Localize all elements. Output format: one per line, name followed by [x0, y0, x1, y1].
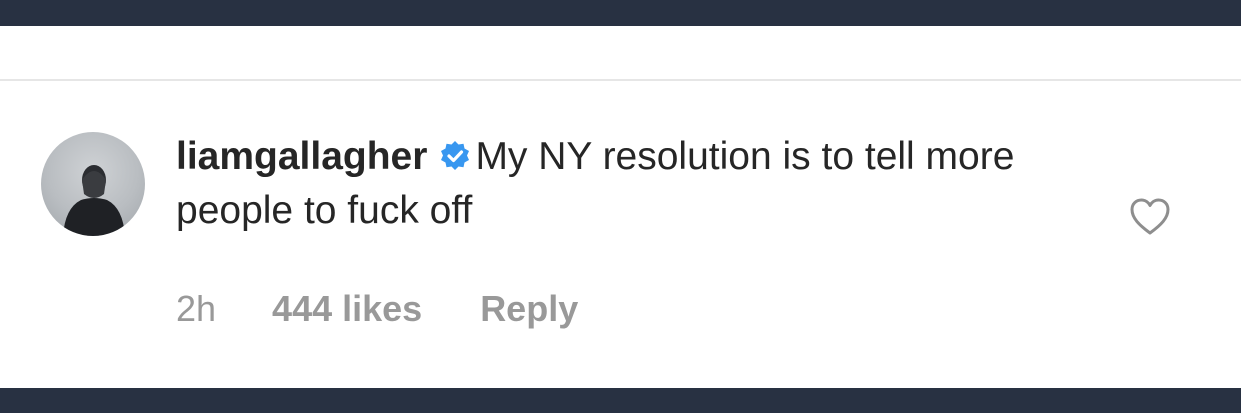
comment-panel: liamgallagher My NY resolution is to tell…: [0, 26, 1241, 388]
avatar-image: [63, 165, 125, 236]
comment-body: liamgallagher My NY resolution is to tell…: [176, 130, 1056, 238]
avatar[interactable]: [41, 132, 145, 236]
likes-count-button[interactable]: 444 likes: [272, 288, 422, 329]
reply-button[interactable]: Reply: [480, 288, 578, 329]
heart-icon[interactable]: [1129, 197, 1171, 237]
comment-meta: 2h 444 likes Reply: [176, 288, 578, 330]
comment-timestamp[interactable]: 2h: [176, 288, 216, 329]
username-link[interactable]: liamgallagher: [176, 135, 427, 178]
verified-badge-icon: [439, 133, 471, 170]
divider: [0, 79, 1241, 81]
